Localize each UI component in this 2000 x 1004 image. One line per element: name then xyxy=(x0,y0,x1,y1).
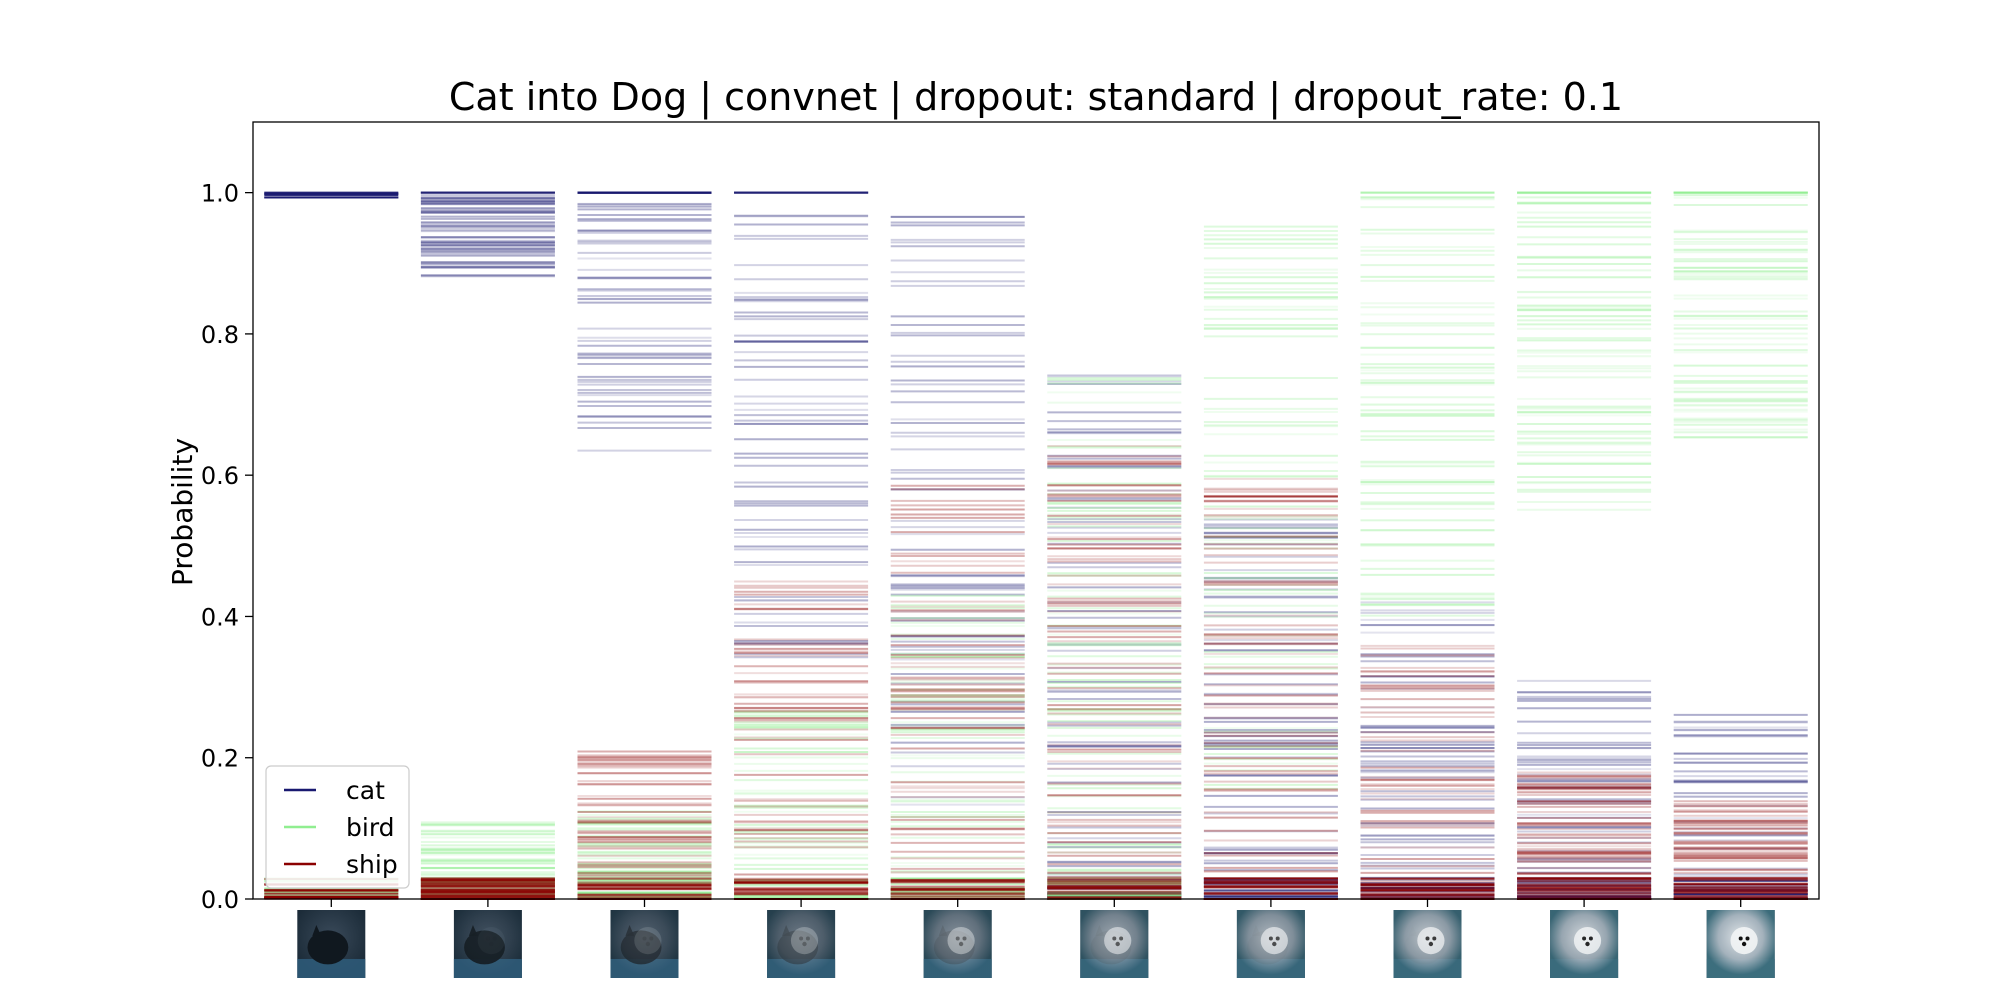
probability-band-4 xyxy=(734,191,869,900)
legend-label-bird: bird xyxy=(346,813,395,842)
thumbnail-image-6 xyxy=(1080,910,1149,978)
y-tick-label: 0.2 xyxy=(201,745,239,773)
plot-area xyxy=(264,191,1808,900)
thumbnail-image-2 xyxy=(453,910,522,978)
y-tick-label: 0.6 xyxy=(201,462,239,490)
y-axis: 0.0 0.2 0.4 0.6 0.8 1.0 xyxy=(201,180,253,914)
probability-band-7 xyxy=(1203,225,1338,900)
thumbnail-image-3 xyxy=(610,910,679,978)
legend: cat bird ship xyxy=(265,765,410,889)
thumbnail-image-9 xyxy=(1550,910,1619,978)
chart-svg: Cat into Dog | convnet | dropout: standa… xyxy=(166,75,1820,978)
x-axis xyxy=(330,899,1742,907)
thumbnail-image-7 xyxy=(1236,910,1305,978)
thumbnail-image-5 xyxy=(923,910,992,978)
thumbnail-image-4 xyxy=(767,910,836,978)
chart: Cat into Dog | convnet | dropout: standa… xyxy=(0,0,2000,1000)
y-axis-label: Probability xyxy=(166,438,199,586)
y-tick-label: 0.8 xyxy=(201,321,239,349)
probability-band-6 xyxy=(1047,374,1182,900)
thumbnail-image-1 xyxy=(297,910,366,978)
thumbnail-image-8 xyxy=(1393,910,1462,978)
legend-label-ship: ship xyxy=(346,850,398,879)
probability-band-2 xyxy=(420,191,555,900)
legend-label-cat: cat xyxy=(346,776,385,805)
y-tick-label: 0.4 xyxy=(201,603,239,631)
probability-band-9 xyxy=(1517,191,1652,900)
y-tick-label: 0.0 xyxy=(201,886,239,914)
thumbnail-image-10 xyxy=(1706,910,1775,978)
chart-title: Cat into Dog | convnet | dropout: standa… xyxy=(449,75,1623,120)
probability-band-8 xyxy=(1360,191,1495,900)
probability-band-3 xyxy=(577,191,712,900)
y-tick-label: 1.0 xyxy=(201,180,239,208)
thumbnail-strip xyxy=(297,910,1775,978)
probability-band-5 xyxy=(890,215,1025,900)
probability-band-10 xyxy=(1673,191,1808,900)
